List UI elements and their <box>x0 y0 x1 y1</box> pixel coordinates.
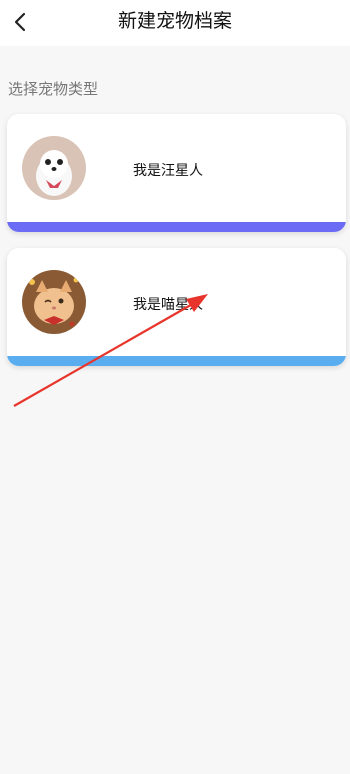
cat-avatar <box>22 270 86 334</box>
pet-label-dog: 我是汪星人 <box>133 163 203 179</box>
pet-type-card-dog[interactable]: 我是汪星人 <box>7 114 346 232</box>
page-title: 新建宠物档案 <box>117 10 232 32</box>
card-accent-bar <box>7 222 346 232</box>
section-label: 选择宠物类型 <box>8 80 99 98</box>
app-header: 新建宠物档案 <box>0 0 350 46</box>
pet-type-card-cat[interactable]: 我是喵星人 <box>7 248 346 366</box>
pet-label-cat: 我是喵星人 <box>133 297 203 313</box>
card-accent-bar <box>7 356 346 366</box>
dog-avatar <box>22 136 86 200</box>
